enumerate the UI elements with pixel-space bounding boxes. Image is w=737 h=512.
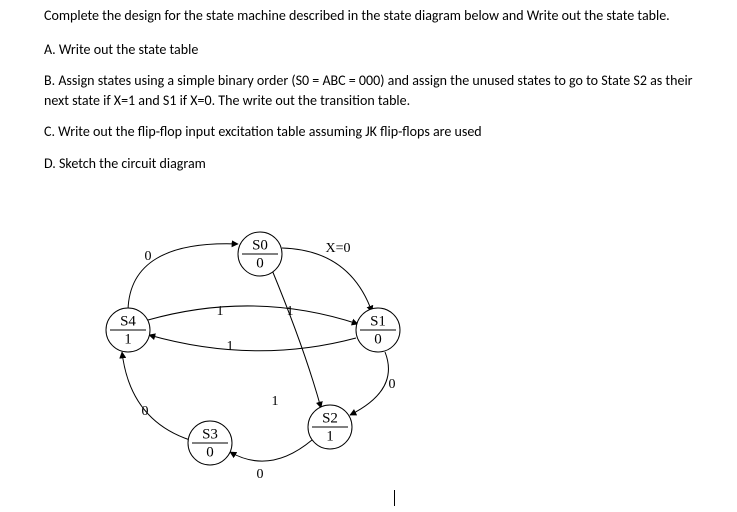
edge-s0-s1-x0 — [282, 248, 372, 312]
part-a: A. Write out the state table — [44, 40, 699, 60]
edge-label-inner-1: 1 — [287, 304, 294, 319]
edge-s1-s4 — [149, 335, 356, 351]
state-s1-name: S1 — [370, 313, 386, 329]
state-s3-name: S3 — [202, 426, 218, 442]
state-s2-name: S2 — [322, 410, 338, 426]
edge-label-s3-s4: 0 — [142, 404, 149, 419]
state-s0-output: 0 — [256, 255, 264, 271]
edge-s2-s3 — [230, 440, 312, 461]
page: Complete the design for the state machin… — [0, 0, 737, 512]
state-s4-output: 1 — [124, 331, 132, 347]
edge-label-s2-s3: 0 — [257, 467, 264, 482]
state-diagram-svg: 0 X=0 1 1 1 1 0 0 0 — [90, 230, 440, 500]
state-s4-name: S4 — [120, 313, 136, 329]
edge-label-s0-s1-x0: X=0 — [325, 241, 350, 256]
state-s1: S1 0 — [356, 308, 400, 352]
text-caret — [394, 490, 395, 506]
state-s3-output: 0 — [206, 444, 214, 460]
state-s0: S0 0 — [238, 232, 282, 276]
state-s2-output: 1 — [326, 428, 334, 444]
edge-label-s0-s2: 1 — [272, 394, 279, 409]
state-diagram: 0 X=0 1 1 1 1 0 0 0 — [90, 230, 440, 500]
state-s1-output: 0 — [374, 331, 382, 347]
edge-s3-s4 — [122, 352, 190, 440]
edge-label-s1-s4: 1 — [227, 339, 234, 354]
part-c: C. Write out the flip-flop input excitat… — [44, 122, 699, 142]
edge-s0-s2 — [272, 270, 321, 408]
part-b: B. Assign states using a simple binary o… — [44, 71, 699, 110]
intro-text: Complete the design for the state machin… — [44, 6, 699, 26]
edge-label-s4-s0: 0 — [145, 249, 152, 264]
state-s3: S3 0 — [188, 421, 232, 465]
edge-label-s1-s2: 0 — [389, 377, 396, 392]
part-d: D. Sketch the circuit diagram — [44, 154, 699, 174]
edge-s4-s1 — [148, 306, 358, 324]
state-s2: S2 1 — [308, 405, 352, 449]
state-s0-name: S0 — [252, 237, 268, 253]
edge-label-s4-s1: 1 — [217, 304, 224, 319]
state-s4: S4 1 — [106, 308, 150, 352]
edge-s1-s2 — [350, 352, 388, 415]
